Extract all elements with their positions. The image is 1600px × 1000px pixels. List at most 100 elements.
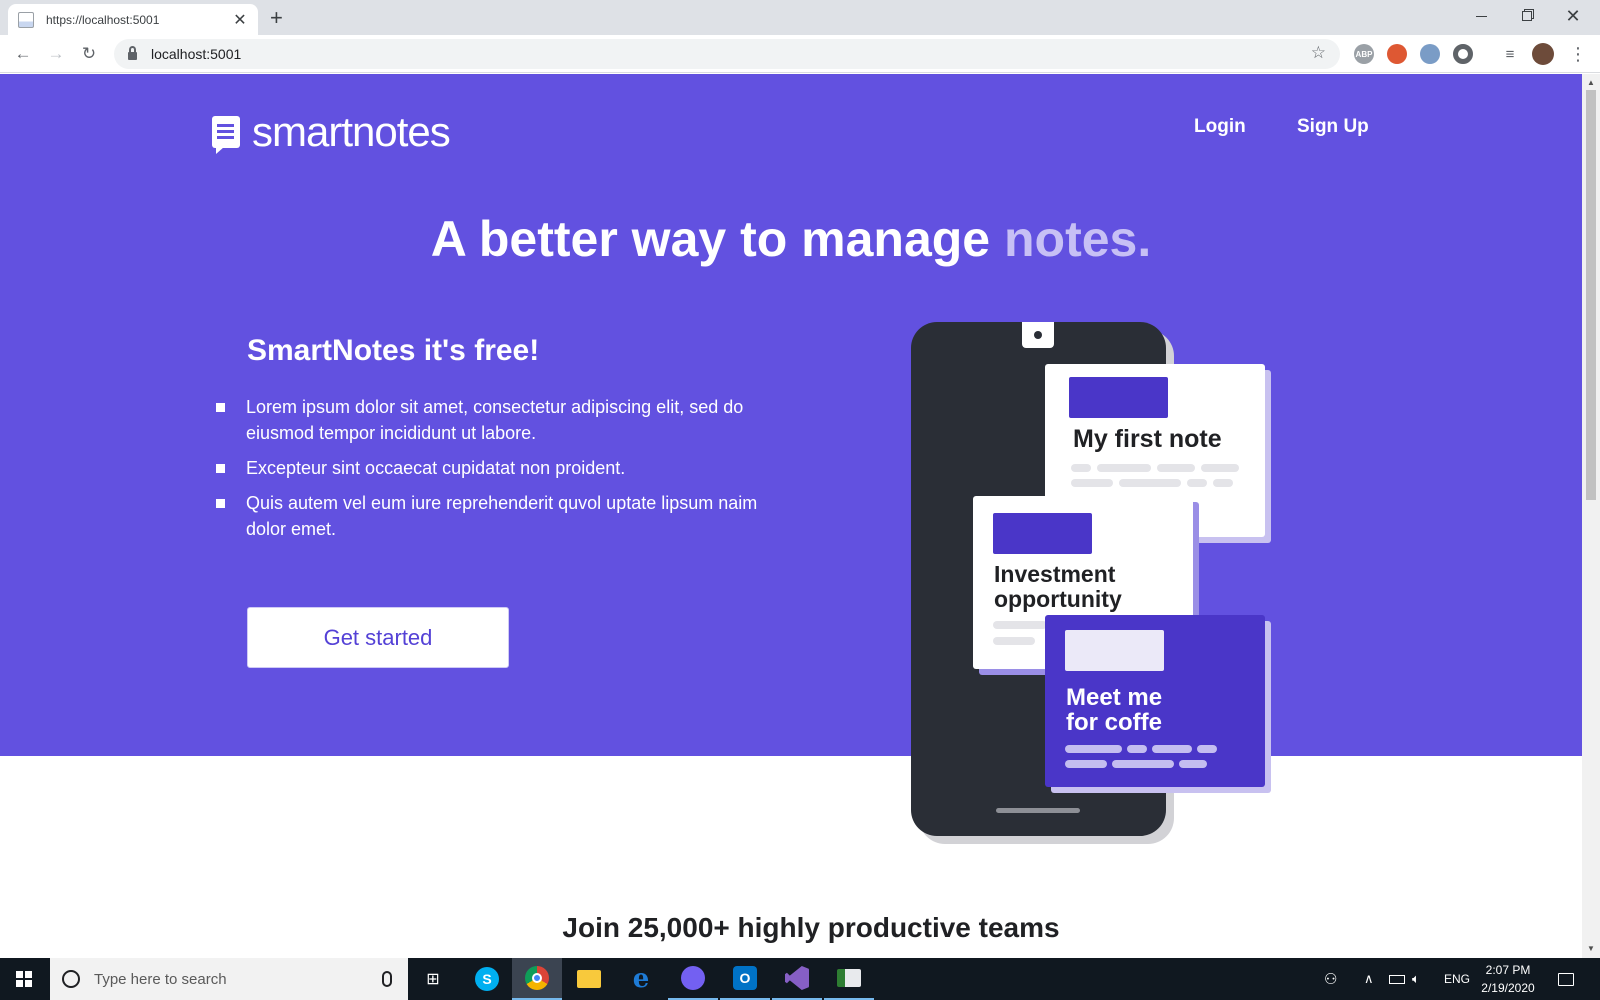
input-language[interactable]: ENG — [1444, 958, 1470, 1000]
hero-headline: A better way to manage notes. — [0, 210, 1582, 268]
chrome-icon[interactable] — [512, 958, 562, 1000]
circle-extension-icon[interactable] — [1453, 44, 1473, 64]
note-title-line1: Meet me — [1066, 684, 1163, 711]
note-title-line2: opportunity — [994, 586, 1122, 612]
text-placeholder-line — [1065, 760, 1107, 768]
search-placeholder: Type here to search — [94, 970, 227, 988]
feature-text: Quis autem vel eum iure reprehenderit qu… — [246, 493, 758, 539]
text-placeholder-line — [1201, 464, 1239, 472]
start-button[interactable] — [0, 958, 48, 1000]
tab-title: https://localhost:5001 — [46, 12, 160, 27]
note-title-line1: Investment — [994, 561, 1116, 587]
notifications-icon[interactable] — [1558, 958, 1574, 1000]
scroll-up-icon[interactable]: ▲ — [1587, 78, 1595, 87]
clock-time: 2:07 PM — [1485, 963, 1531, 977]
feature-text: Excepteur sint occaecat cupidatat non pr… — [246, 458, 626, 478]
restore-window-button[interactable] — [1504, 0, 1550, 32]
text-placeholder-line — [993, 637, 1035, 645]
text-placeholder-line — [1179, 760, 1207, 768]
text-placeholder-line — [1197, 745, 1217, 753]
reload-button[interactable]: ↻ — [78, 43, 100, 65]
show-hidden-icons-icon[interactable]: ∧ — [1364, 958, 1374, 1000]
edge-icon[interactable]: e — [616, 958, 666, 1000]
file-explorer-icon[interactable] — [564, 958, 614, 1000]
adblock-icon[interactable]: ABP — [1354, 44, 1374, 64]
camera-icon — [1022, 322, 1054, 348]
text-placeholder-line — [1157, 464, 1195, 472]
note-card-coffee: Meet me for coffe — [1045, 615, 1265, 787]
page-favicon-icon — [18, 11, 34, 28]
scrollbar-thumb[interactable] — [1586, 90, 1596, 500]
feature-item: Quis autem vel eum iure reprehenderit qu… — [216, 490, 776, 542]
get-started-button[interactable]: Get started — [247, 607, 509, 668]
headline-main: A better way to manage — [430, 211, 1005, 267]
scroll-down-icon[interactable]: ▼ — [1587, 944, 1595, 953]
forward-button[interactable]: → — [45, 43, 67, 65]
app-icon[interactable] — [824, 958, 874, 1000]
back-button[interactable]: ← — [12, 43, 34, 65]
browser-tab-bar: https://localhost:5001 ✕ + ✕ — [0, 0, 1600, 35]
hero-subhead: SmartNotes it's free! — [247, 334, 540, 367]
microphone-icon[interactable] — [382, 971, 392, 987]
browser-tab[interactable]: https://localhost:5001 ✕ — [8, 4, 258, 35]
text-placeholder-line — [1065, 745, 1122, 753]
media-controls-icon[interactable]: ≡ — [1499, 43, 1521, 65]
new-tab-button[interactable]: + — [270, 5, 283, 31]
join-teams-heading: Join 25,000+ highly productive teams — [562, 912, 1060, 943]
system-clock[interactable]: 2:07 PM 2/19/2020 — [1472, 961, 1544, 997]
text-placeholder-line — [993, 621, 1047, 629]
outlook-icon[interactable]: O — [720, 958, 770, 1000]
note-tag — [1065, 630, 1164, 671]
minimize-window-button[interactable] — [1458, 0, 1504, 32]
volume-icon[interactable]: 🔈︎ — [1412, 958, 1420, 1000]
site-logo[interactable]: smartnotes — [212, 108, 451, 156]
browser-toolbar: ← → ↻ localhost:5001 ☆ ABP ≡ ⋮ — [0, 35, 1600, 73]
headline-accent: notes. — [1004, 211, 1152, 267]
notes-logo-icon — [212, 116, 240, 154]
text-placeholder-line — [1112, 760, 1174, 768]
text-placeholder-line — [1071, 464, 1091, 472]
viber-icon[interactable] — [668, 958, 718, 1000]
battery-icon[interactable] — [1389, 958, 1405, 1000]
clock-date: 2/19/2020 — [1481, 981, 1535, 995]
task-view-icon[interactable]: ⊞ — [408, 958, 458, 1000]
note-title: My first note — [1073, 425, 1222, 453]
text-placeholder-line — [1119, 479, 1181, 487]
note-tag — [1069, 377, 1168, 418]
windows-logo-icon — [16, 971, 32, 987]
bullet-icon — [216, 464, 225, 473]
bullet-icon — [216, 403, 225, 412]
text-placeholder-line — [1097, 464, 1151, 472]
duckduckgo-icon[interactable] — [1387, 44, 1407, 64]
bullet-icon — [216, 499, 225, 508]
feature-item: Excepteur sint occaecat cupidatat non pr… — [216, 455, 776, 481]
browser-menu-icon[interactable]: ⋮ — [1567, 43, 1589, 65]
text-placeholder-line — [1187, 479, 1207, 487]
feather-extension-icon[interactable] — [1420, 44, 1440, 64]
feature-item: Lorem ipsum dolor sit amet, consectetur … — [216, 394, 776, 446]
phone-home-bar — [996, 808, 1080, 813]
address-url: localhost:5001 — [151, 46, 242, 62]
feature-list: Lorem ipsum dolor sit amet, consectetur … — [216, 394, 776, 551]
taskbar-search-box[interactable]: Type here to search — [50, 958, 408, 1000]
note-tag — [993, 513, 1092, 554]
profile-avatar[interactable] — [1532, 43, 1554, 65]
text-placeholder-line — [1071, 479, 1113, 487]
logo-text: smartnotes — [252, 108, 451, 155]
page-scrollbar[interactable]: ▲ ▼ — [1582, 74, 1600, 958]
feature-text: Lorem ipsum dolor sit amet, consectetur … — [246, 397, 744, 443]
text-placeholder-line — [1127, 745, 1147, 753]
close-tab-icon[interactable]: ✕ — [232, 10, 248, 30]
skype-icon[interactable]: S — [462, 958, 512, 1000]
cortana-icon — [62, 970, 80, 988]
bookmark-star-icon[interactable]: ☆ — [1311, 43, 1326, 63]
text-placeholder-line — [1152, 745, 1192, 753]
windows-taskbar: Type here to search ⊞ S e O ⚇ ∧ 🔈︎ ENG 2… — [0, 958, 1600, 1000]
people-icon[interactable]: ⚇ — [1324, 958, 1337, 1000]
signup-link[interactable]: Sign Up — [1297, 116, 1369, 138]
login-link[interactable]: Login — [1194, 116, 1246, 138]
close-window-button[interactable]: ✕ — [1550, 0, 1596, 32]
text-placeholder-line — [1213, 479, 1233, 487]
visual-studio-icon[interactable] — [772, 958, 822, 1000]
address-bar[interactable]: localhost:5001 ☆ — [114, 39, 1340, 69]
